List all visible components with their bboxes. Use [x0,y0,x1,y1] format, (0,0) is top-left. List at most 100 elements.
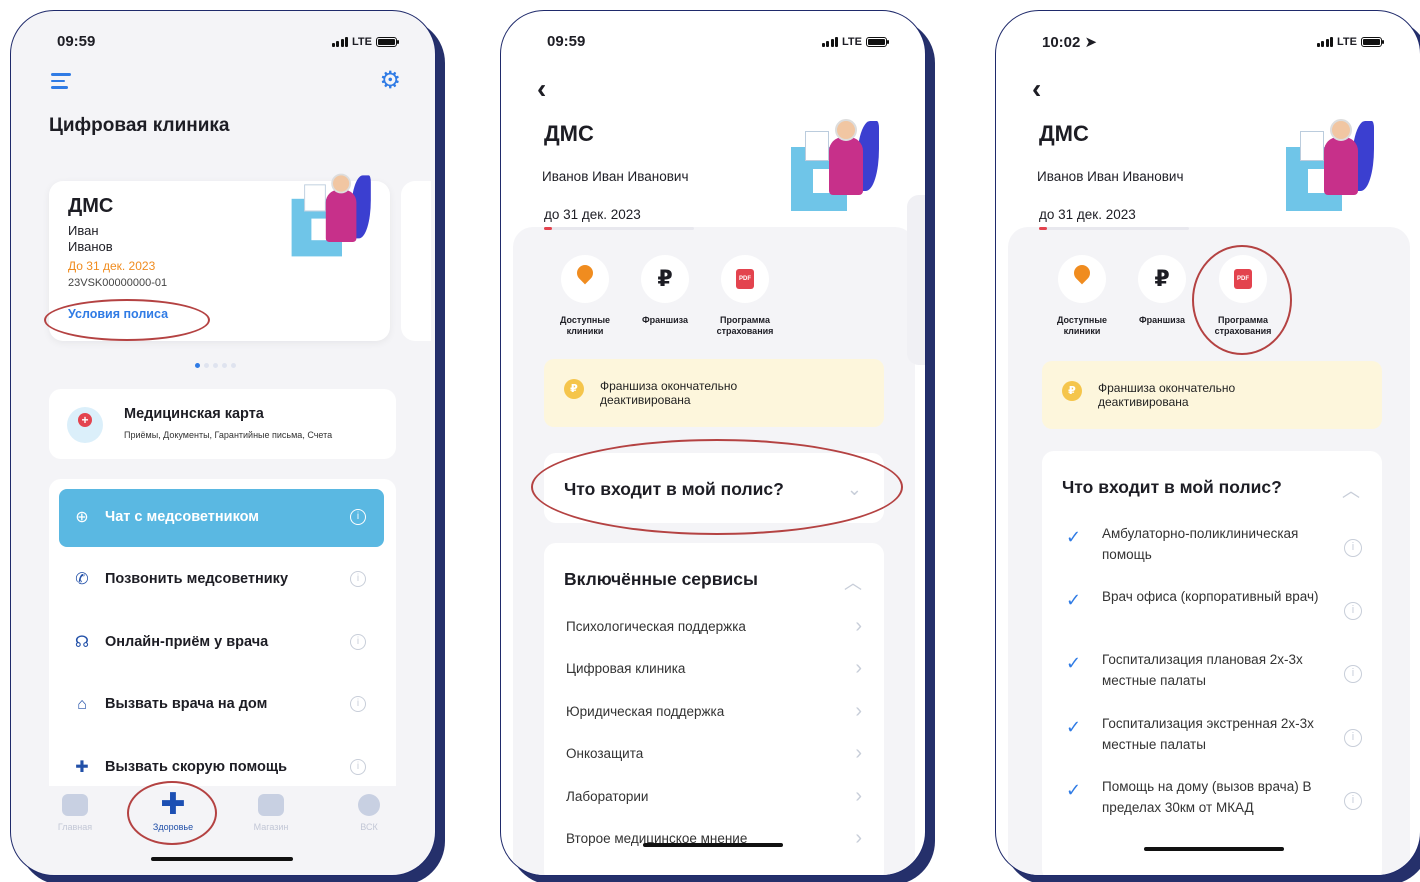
info-icon[interactable]: i [350,634,366,650]
validity-progress [1039,227,1189,230]
tab-home[interactable]: Главная [45,794,105,832]
check-icon: ✓ [1066,653,1082,673]
included-service-row[interactable]: Лаборатории › [566,777,862,819]
info-icon[interactable]: i [350,509,366,525]
info-icon[interactable]: i [350,571,366,587]
policy-illustration [791,119,883,211]
included-services: Включённые сервисы ︿ Психологическая под… [544,543,884,875]
phone-dms-expanded: 10:02 ➤ LTE ‹ ДМС Иванов Иван Иванович д… [995,10,1420,876]
vsk-tab-icon [358,794,380,816]
back-arrow-icon[interactable]: ‹ [537,75,546,103]
info-icon[interactable]: i [1344,665,1362,683]
service-label: Программа страхования [716,315,774,336]
included-service-row[interactable]: Онкозащита › [566,734,862,776]
policy-first-name: Иван [68,223,99,238]
home-indicator [643,843,783,847]
valid-until: до 31 дек. 2023 [544,207,641,222]
medical-card-icon [67,407,103,443]
ruble-icon: ₽ [641,255,689,303]
included-heading: Включённые сервисы [564,569,758,589]
menu-item-chat[interactable]: ⊕ Чат с медсоветником i [59,489,384,547]
included-service-row[interactable]: Юридическая поддержка › [566,692,862,734]
signal-icon [331,37,349,47]
coverage-text: Госпитализация экстренная 2х-3х местные … [1102,716,1314,752]
highlight-policy-question [531,439,903,535]
check-icon: ✓ [1066,590,1082,610]
signal-icon [1316,37,1334,47]
battery-icon [1361,37,1384,47]
service-franchise[interactable]: ₽ Франшиза [625,255,705,326]
medical-card-subtitle: Приёмы, Документы, Гарантийные письма, С… [124,430,333,440]
info-icon[interactable]: i [1344,539,1362,557]
info-icon[interactable]: i [1344,792,1362,810]
coverage-item: ✓ Госпитализация экстренная 2х-3х местные… [1062,713,1362,775]
info-icon[interactable]: i [350,696,366,712]
info-icon[interactable]: i [1344,602,1362,620]
franchise-notice: ₽ Франшиза окончательно деактивирована [544,359,884,427]
menu-item-call[interactable]: ✆ Позвонить медсоветнику i [59,551,384,609]
validity-progress [544,227,694,230]
franchise-notice: ₽ Франшиза окончательно деактивирована [1042,361,1382,429]
policy-illustration [291,173,375,257]
tab-label: Магазин [253,822,289,832]
home-indicator [151,857,293,861]
cart-tab-icon [258,794,284,816]
chevron-up-icon[interactable]: ︿ [1342,477,1360,503]
page-title: ДМС [1039,121,1089,146]
coverage-text: Госпитализация плановая 2х-3х местные па… [1102,652,1303,688]
highlight-health-tab [127,781,217,845]
service-franchise[interactable]: ₽ Франшиза [1122,255,1202,326]
menu-item-label: Позвонить медсоветнику [105,571,289,587]
info-icon[interactable]: i [1344,729,1362,747]
back-arrow-icon[interactable]: ‹ [1032,75,1041,103]
status-bar: 10:02 ➤ LTE [996,33,1420,53]
coverage-item: ✓ Госпитализация плановая 2х-3х местные п… [1062,649,1362,711]
policy-number: 23VSK00000000-01 [68,277,168,289]
hamburger-menu-icon[interactable] [51,73,71,89]
menu-item-home-doctor[interactable]: ⌂ Вызвать врача на дом i [59,676,384,734]
chevron-up-icon[interactable]: ︿ [844,569,862,595]
included-service-row[interactable]: Второе медицинское мнение › [566,819,862,861]
service-label: Доступные клиники [1056,315,1108,336]
policy-card-heading: ДМС [68,195,114,217]
service-label: Франшиза [641,315,688,325]
check-icon: ✓ [1066,527,1082,547]
status-time: 09:59 [57,33,96,50]
home-tab-icon [62,794,88,816]
medical-card[interactable]: Медицинская карта Приёмы, Документы, Гар… [49,389,396,459]
policy-last-name: Иванов [68,239,113,254]
medical-card-title: Медицинская карта [124,406,264,422]
network-label: LTE [1337,36,1357,48]
chevron-right-icon: › [855,742,862,764]
highlight-conditions [44,299,210,341]
gear-icon[interactable]: ⚙ [379,69,401,93]
signal-icon [821,37,839,47]
tab-shop[interactable]: Магазин [241,794,301,832]
map-pin-icon [1058,255,1106,303]
service-clinics[interactable]: Доступные клиники [545,255,625,337]
service-row-label: Юридическая поддержка [566,704,725,719]
included-service-row[interactable]: Цифровая клиника › [566,649,862,691]
service-label: Франшиза [1138,315,1185,325]
next-card-peek[interactable] [401,181,431,341]
included-service-row[interactable]: Психологическая поддержка › [566,607,862,649]
chevron-right-icon: › [855,827,862,849]
service-program[interactable]: Программа страхования [705,255,785,337]
tab-bar: Главная ✚ Здоровье Магазин ВСК [27,786,419,866]
service-clinics[interactable]: Доступные клиники [1042,255,1122,337]
tab-vsk[interactable]: ВСК [339,794,399,832]
policy-question: Что входит в мой полис? [1062,477,1282,497]
valid-until: до 31 дек. 2023 [1039,207,1136,222]
network-label: LTE [842,36,862,48]
menu-item-online-doctor[interactable]: ☊ Онлайн-приём у врача i [59,614,384,672]
side-peek [907,195,925,365]
phone-dms-collapsed: 09:59 LTE ‹ ДМС Иванов Иван Иванович до … [500,10,926,876]
chat-icon: ⊕ [75,509,89,526]
service-label: Доступные клиники [559,315,611,336]
tab-label: ВСК [360,822,378,832]
info-icon[interactable]: i [350,759,366,775]
service-row-label: Лаборатории [566,789,649,804]
service-row-label: Цифровая клиника [566,661,686,676]
holder-name: Иванов Иван Иванович [1037,169,1184,184]
chevron-right-icon: › [855,700,862,722]
